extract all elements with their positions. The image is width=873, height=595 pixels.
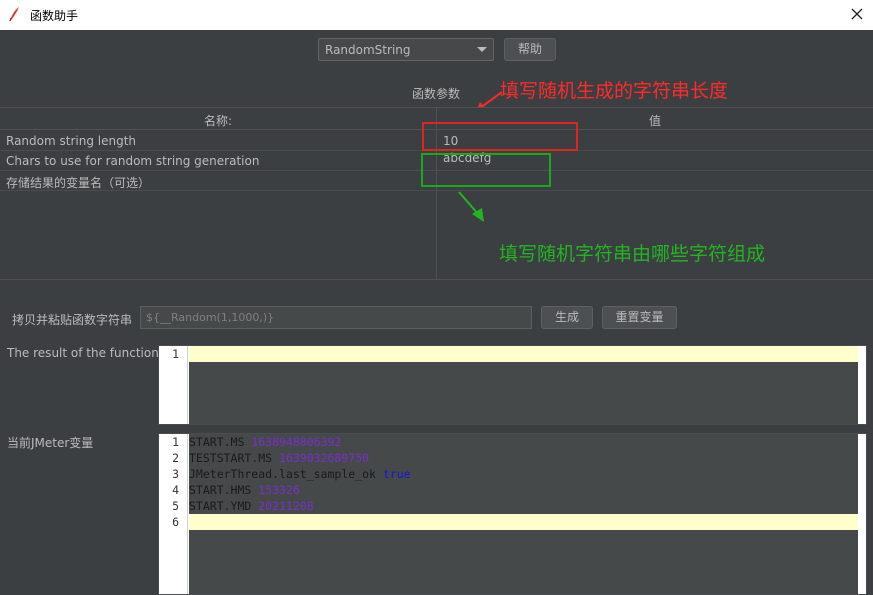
variable-key: START.HMS — [189, 483, 252, 497]
variable-value: true — [382, 467, 411, 481]
variable-key: START.YMD — [189, 499, 252, 513]
line-number: 4 — [172, 483, 179, 497]
reset-variables-button[interactable]: 重置变量 — [602, 306, 677, 329]
result-text-area[interactable] — [189, 346, 858, 424]
highlight-box-green — [421, 153, 551, 187]
annotation-length-text: 填写随机生成的字符串长度 — [500, 80, 729, 102]
variable-value: 1638948806392 — [251, 435, 342, 449]
variable-key: JMeterThread.last_sample_ok — [189, 467, 376, 481]
copy-function-label: 拷贝并粘贴函数字符串 — [12, 313, 133, 327]
variables-editor[interactable]: 1 2 3 4 5 6 START.MS 1638948806392 TESTS… — [158, 433, 867, 595]
function-select-value: RandomString — [325, 43, 411, 57]
variable-key: START.MS — [189, 435, 245, 449]
column-name-header: 名称: — [203, 114, 233, 128]
variables-text-area[interactable]: START.MS 1638948806392 TESTSTART.MS 1639… — [189, 434, 858, 594]
variables-scrollbar[interactable] — [858, 434, 866, 594]
param-name: 存储结果的变量名（可选） — [6, 176, 151, 190]
result-label: The result of the function is — [7, 346, 173, 360]
title-bar: 函数助手 — [0, 0, 873, 30]
green-arrow-icon — [458, 191, 484, 222]
result-editor[interactable]: 1 — [158, 345, 867, 425]
variable-line: JMeterThread.last_sample_ok true — [189, 466, 858, 482]
help-button[interactable]: 帮助 — [504, 38, 556, 61]
current-line-highlight — [189, 514, 858, 530]
line-number: 1 — [172, 347, 179, 361]
jmeter-variables-label: 当前JMeter变量 — [7, 436, 94, 450]
variable-line: START.YMD 20211208 — [189, 498, 858, 514]
variable-line: TESTSTART.MS 1639032689750 — [189, 450, 858, 466]
highlight-box-red — [422, 122, 578, 151]
line-number: 5 — [172, 499, 179, 513]
current-line-highlight — [189, 346, 858, 362]
close-icon[interactable] — [849, 6, 865, 22]
line-number-gutter: 1 — [159, 346, 188, 424]
variable-value: 20211208 — [258, 499, 314, 513]
line-number-gutter: 1 2 3 4 5 6 — [159, 434, 188, 594]
variable-line: START.HMS 153326 — [189, 482, 858, 498]
variable-key: TESTSTART.MS — [189, 451, 273, 465]
feather-icon — [9, 7, 19, 22]
function-select[interactable]: RandomString — [318, 38, 494, 61]
annotation-chars-text: 填写随机字符串由哪些字符组成 — [499, 243, 766, 265]
window-title: 函数助手 — [30, 9, 79, 23]
generate-button[interactable]: 生成 — [541, 306, 593, 329]
param-name: Chars to use for random string generatio… — [6, 154, 260, 168]
annotation-chars: 填写随机字符串由哪些字符组成 — [499, 239, 765, 266]
result-scrollbar[interactable] — [858, 346, 866, 424]
variable-value: 153326 — [258, 483, 300, 497]
line-number: 6 — [172, 515, 179, 529]
line-number: 2 — [172, 451, 179, 465]
function-params-label: 函数参数 — [412, 87, 461, 101]
annotation-length: 填写随机生成的字符串长度 — [500, 76, 728, 103]
chevron-down-icon — [477, 47, 487, 52]
variable-line: START.MS 1638948806392 — [189, 434, 858, 450]
function-string-input[interactable]: ${__Random(1,1000,)} — [140, 306, 532, 329]
line-number: 1 — [172, 435, 179, 449]
param-name: Random string length — [6, 134, 137, 148]
line-number: 3 — [172, 467, 179, 481]
variable-value: 1639032689750 — [279, 451, 370, 465]
